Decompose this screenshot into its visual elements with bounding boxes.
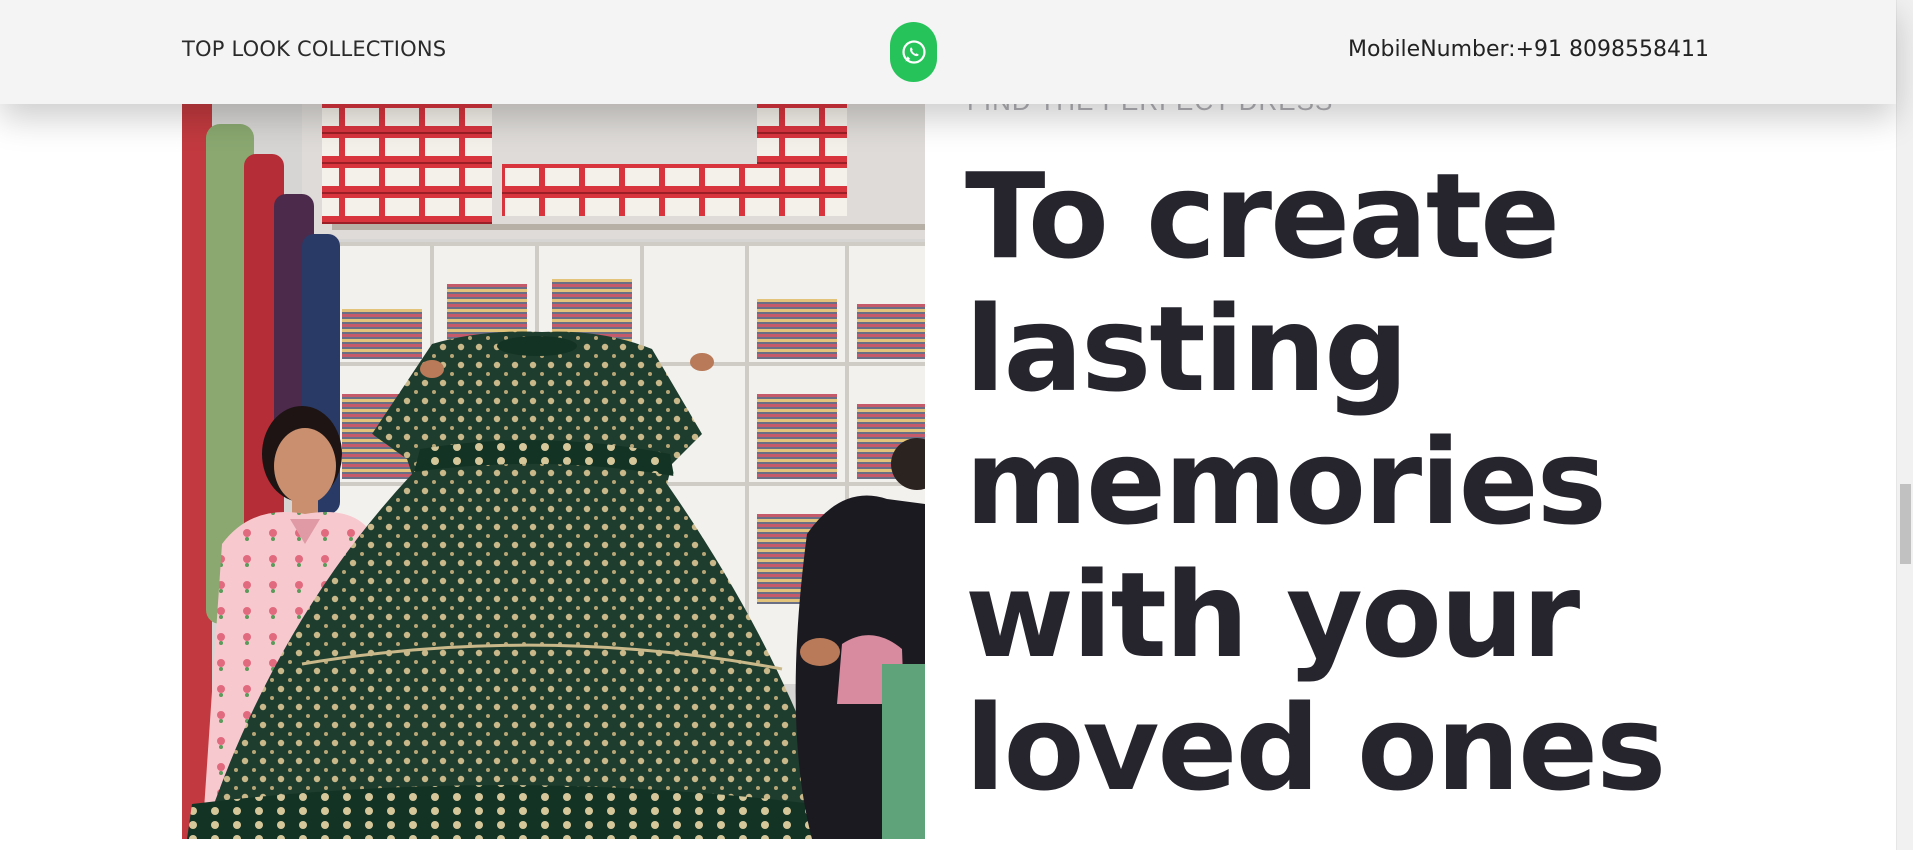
- scrollbar-thumb[interactable]: [1900, 484, 1911, 564]
- scrollbar[interactable]: [1896, 0, 1913, 850]
- site-header: TOP LOOK COLLECTIONS MobileNumber:+91 80…: [0, 0, 1896, 104]
- hero-image: [182, 104, 925, 839]
- whatsapp-button[interactable]: [890, 22, 937, 82]
- whatsapp-icon: [901, 39, 927, 65]
- hero-headline: To create lasting memories with your lov…: [965, 147, 1666, 817]
- phone-number[interactable]: MobileNumber:+91 8098558411: [1348, 37, 1709, 62]
- brand-name[interactable]: TOP LOOK COLLECTIONS: [182, 37, 446, 61]
